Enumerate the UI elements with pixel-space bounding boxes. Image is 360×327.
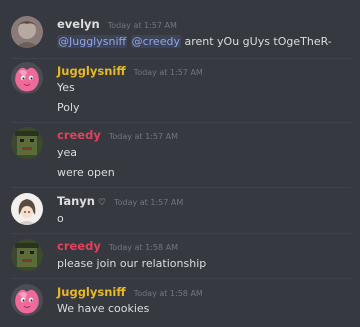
username[interactable]: creedy (57, 239, 101, 253)
heart-icon: ♡ (98, 198, 107, 208)
message-divider (11, 278, 351, 279)
message-text: were open (57, 166, 115, 179)
username[interactable]: evelyn (57, 17, 100, 31)
pink-pokemon-avatar[interactable] (11, 62, 43, 94)
timestamp: Today at 1:58 AM (133, 289, 203, 298)
timestamp: Today at 1:57 AM (114, 198, 184, 207)
timestamp: Today at 1:57 AM (108, 132, 178, 141)
message-divider (11, 233, 351, 234)
evelyn-avatar[interactable] (11, 16, 43, 48)
message-text: Yes (57, 81, 75, 94)
username[interactable]: Jugglysniff (57, 285, 126, 299)
creedy-avatar[interactable] (11, 127, 43, 159)
message-divider (11, 187, 351, 188)
creedy-avatar[interactable] (11, 239, 43, 271)
timestamp: Today at 1:57 AM (133, 68, 203, 77)
pink-pokemon-avatar[interactable] (11, 284, 43, 316)
username[interactable]: creedy (57, 128, 101, 142)
tanyn-avatar[interactable] (11, 193, 43, 225)
message-text: o (57, 212, 64, 225)
message-text: @Jugglysniff @creedy arent yOu gUys tOge… (57, 35, 332, 48)
mention-jugglysniff[interactable]: @Jugglysniff (57, 35, 128, 48)
message-text: We have cookies (57, 302, 150, 315)
mention-creedy[interactable]: @creedy (130, 35, 181, 48)
message-text: yea (57, 146, 78, 159)
message-text: please join our relationship (57, 257, 207, 270)
message-content: arent yOu gUys tOgeTheR- (180, 35, 332, 48)
message-divider (11, 122, 351, 123)
timestamp: Today at 1:57 AM (107, 21, 177, 30)
chat-message-list: evelyn Today at 1:57 AM @Jugglysniff @cr… (0, 0, 360, 327)
timestamp: Today at 1:58 AM (108, 243, 178, 252)
username[interactable]: Tanyn (57, 194, 95, 208)
message-text: Poly (57, 101, 80, 114)
username[interactable]: Jugglysniff (57, 64, 126, 78)
message-divider (11, 58, 351, 59)
